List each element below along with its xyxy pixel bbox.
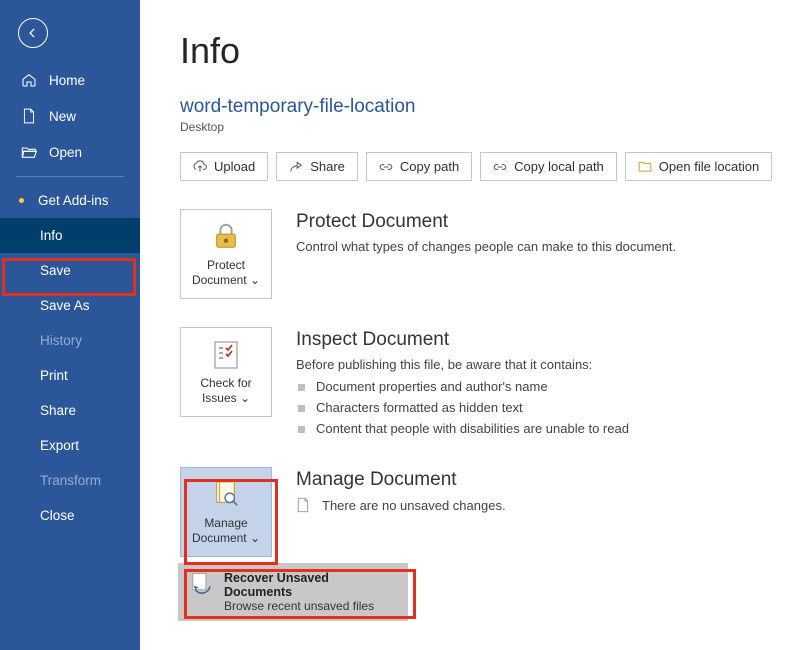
home-icon <box>21 72 37 88</box>
nav-label: Open <box>49 145 82 160</box>
recover-icon <box>188 571 214 597</box>
folder-icon <box>638 160 652 174</box>
copy-local-path-button[interactable]: Copy local path <box>480 152 617 181</box>
upload-button[interactable]: Upload <box>180 152 268 181</box>
nav-save[interactable]: Save <box>0 253 140 288</box>
inspect-item: Characters formatted as hidden text <box>296 397 774 418</box>
button-label: Upload <box>214 159 255 174</box>
inspect-list: Document properties and author's name Ch… <box>296 376 774 439</box>
manage-document-tile[interactable]: Manage Document ⌄ <box>180 467 272 557</box>
nav-label: Transform <box>40 473 101 488</box>
back-button[interactable] <box>18 18 48 48</box>
inspect-section: Check for Issues ⌄ Inspect Document Befo… <box>180 327 774 439</box>
protect-title: Protect Document <box>296 211 774 233</box>
chevron-down-icon: ⌄ <box>250 531 260 545</box>
inspect-title: Inspect Document <box>296 329 774 351</box>
chevron-down-icon: ⌄ <box>250 273 260 287</box>
back-arrow-icon <box>26 26 40 40</box>
share-icon <box>289 160 303 174</box>
document-icon <box>21 108 37 124</box>
protect-section: Protect Document ⌄ Protect Document Cont… <box>180 209 774 299</box>
checklist-icon <box>210 338 242 370</box>
nav-label: Home <box>49 73 85 88</box>
inspect-item: Content that people with disabilities ar… <box>296 418 774 439</box>
nav-history: History <box>0 323 140 358</box>
nav-label: Export <box>40 438 79 453</box>
share-button[interactable]: Share <box>276 152 358 181</box>
nav-label: Save <box>40 263 71 278</box>
folder-open-icon <box>21 144 37 160</box>
nav-separator <box>16 176 124 177</box>
main-panel: Info word-temporary-file-location Deskto… <box>140 0 798 650</box>
document-search-icon <box>210 478 242 510</box>
document-title: word-temporary-file-location <box>180 96 774 118</box>
nav-share[interactable]: Share <box>0 393 140 428</box>
manage-section: Manage Document ⌄ Manage Document There … <box>180 467 774 557</box>
nav-label: Close <box>40 508 75 523</box>
nav-label: Get Add-ins <box>38 193 109 208</box>
document-location: Desktop <box>180 120 774 134</box>
chevron-down-icon: ⌄ <box>240 391 250 405</box>
open-file-location-button[interactable]: Open file location <box>625 152 772 181</box>
tile-label: Check for Issues ⌄ <box>185 376 267 406</box>
link-icon <box>379 160 393 174</box>
copy-path-button[interactable]: Copy path <box>366 152 472 181</box>
tile-label: Manage Document ⌄ <box>185 516 267 546</box>
nav-label: New <box>49 109 76 124</box>
nav-label: History <box>40 333 82 348</box>
backstage-sidebar: Home New Open Get Add-ins Info Save Save… <box>0 0 140 650</box>
recover-unsaved-menu-item[interactable]: Recover Unsaved Documents Browse recent … <box>178 563 408 621</box>
inspect-lead: Before publishing this file, be aware th… <box>296 357 774 372</box>
button-label: Copy path <box>400 159 459 174</box>
manage-none-text: There are no unsaved changes. <box>322 498 506 513</box>
lock-icon <box>210 220 242 252</box>
info-toolbar: Upload Share Copy path Copy local path <box>180 152 774 181</box>
nav-label: Print <box>40 368 68 383</box>
check-for-issues-tile[interactable]: Check for Issues ⌄ <box>180 327 272 417</box>
nav-export[interactable]: Export <box>0 428 140 463</box>
nav-label: Info <box>40 228 63 243</box>
nav-get-addins[interactable]: Get Add-ins <box>0 183 140 218</box>
nav-close[interactable]: Close <box>0 498 140 533</box>
tile-label: Protect Document ⌄ <box>185 258 267 288</box>
nav-label: Save As <box>40 298 90 313</box>
nav-new[interactable]: New <box>0 98 140 134</box>
protect-desc: Control what types of changes people can… <box>296 239 774 254</box>
recover-subtitle: Browse recent unsaved files <box>224 599 398 613</box>
link-icon <box>493 160 507 174</box>
nav-transform: Transform <box>0 463 140 498</box>
nav-info[interactable]: Info <box>0 218 140 253</box>
addins-bullet-icon <box>19 198 24 203</box>
manage-title: Manage Document <box>296 469 774 491</box>
button-label: Share <box>310 159 345 174</box>
upload-icon <box>193 160 207 174</box>
nav-print[interactable]: Print <box>0 358 140 393</box>
nav-open[interactable]: Open <box>0 134 140 170</box>
recover-title: Recover Unsaved Documents <box>224 571 398 599</box>
protect-document-tile[interactable]: Protect Document ⌄ <box>180 209 272 299</box>
nav-label: Share <box>40 403 76 418</box>
button-label: Open file location <box>659 159 759 174</box>
nav-home[interactable]: Home <box>0 62 140 98</box>
document-outline-icon <box>296 497 312 513</box>
button-label: Copy local path <box>514 159 604 174</box>
nav-save-as[interactable]: Save As <box>0 288 140 323</box>
inspect-item: Document properties and author's name <box>296 376 774 397</box>
page-title: Info <box>180 30 774 72</box>
